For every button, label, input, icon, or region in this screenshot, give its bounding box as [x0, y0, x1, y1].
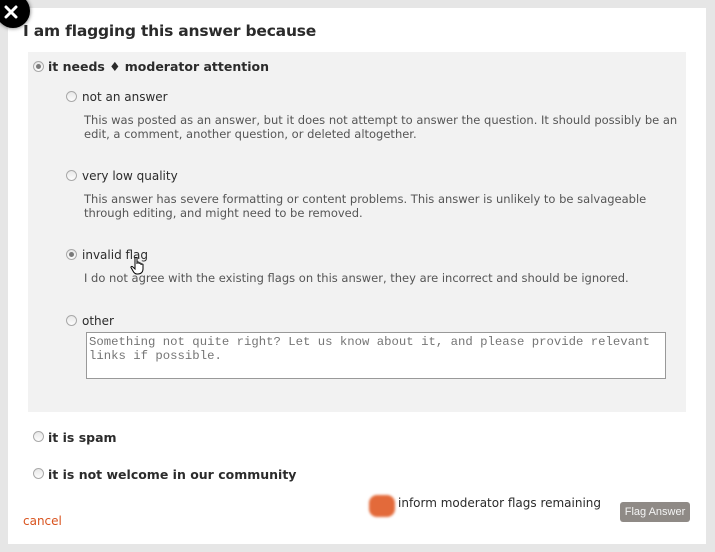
flag-answer-button[interactable]: Flag Answer	[620, 502, 690, 522]
option-invalid-flag-label[interactable]: invalid flag	[82, 248, 148, 262]
radio-very-low-quality[interactable]	[66, 170, 77, 181]
radio-other[interactable]	[66, 315, 77, 326]
cancel-link[interactable]: cancel	[23, 514, 62, 528]
close-x-icon	[4, 5, 18, 19]
radio-moderator-attention[interactable]	[33, 61, 44, 72]
flags-remaining-count-badge	[369, 495, 395, 517]
option-other-label[interactable]: other	[82, 314, 114, 328]
option-spam-label[interactable]: it is spam	[48, 430, 117, 445]
radio-spam[interactable]	[33, 431, 44, 442]
not-an-answer-description: This was posted as an answer, but it doe…	[84, 113, 678, 141]
radio-not-welcome[interactable]	[33, 468, 44, 479]
option-moderator-attention-label[interactable]: it needs ♦ moderator attention	[48, 59, 269, 74]
radio-not-an-answer[interactable]	[66, 91, 77, 102]
other-reason-textarea[interactable]	[86, 332, 666, 379]
option-very-low-quality-label[interactable]: very low quality	[82, 169, 178, 183]
radio-invalid-flag[interactable]	[66, 249, 77, 260]
dialog-title: I am flagging this answer because	[23, 22, 317, 40]
very-low-quality-description: This answer has severe formatting or con…	[84, 192, 647, 220]
flag-dialog: I am flagging this answer because it nee…	[0, 0, 706, 544]
invalid-flag-description: I do not agree with the existing flags o…	[84, 271, 629, 285]
option-not-an-answer-label[interactable]: not an answer	[82, 90, 168, 104]
option-not-welcome-label[interactable]: it is not welcome in our community	[48, 467, 296, 482]
flags-remaining-text: inform moderator flags remaining	[398, 496, 602, 510]
